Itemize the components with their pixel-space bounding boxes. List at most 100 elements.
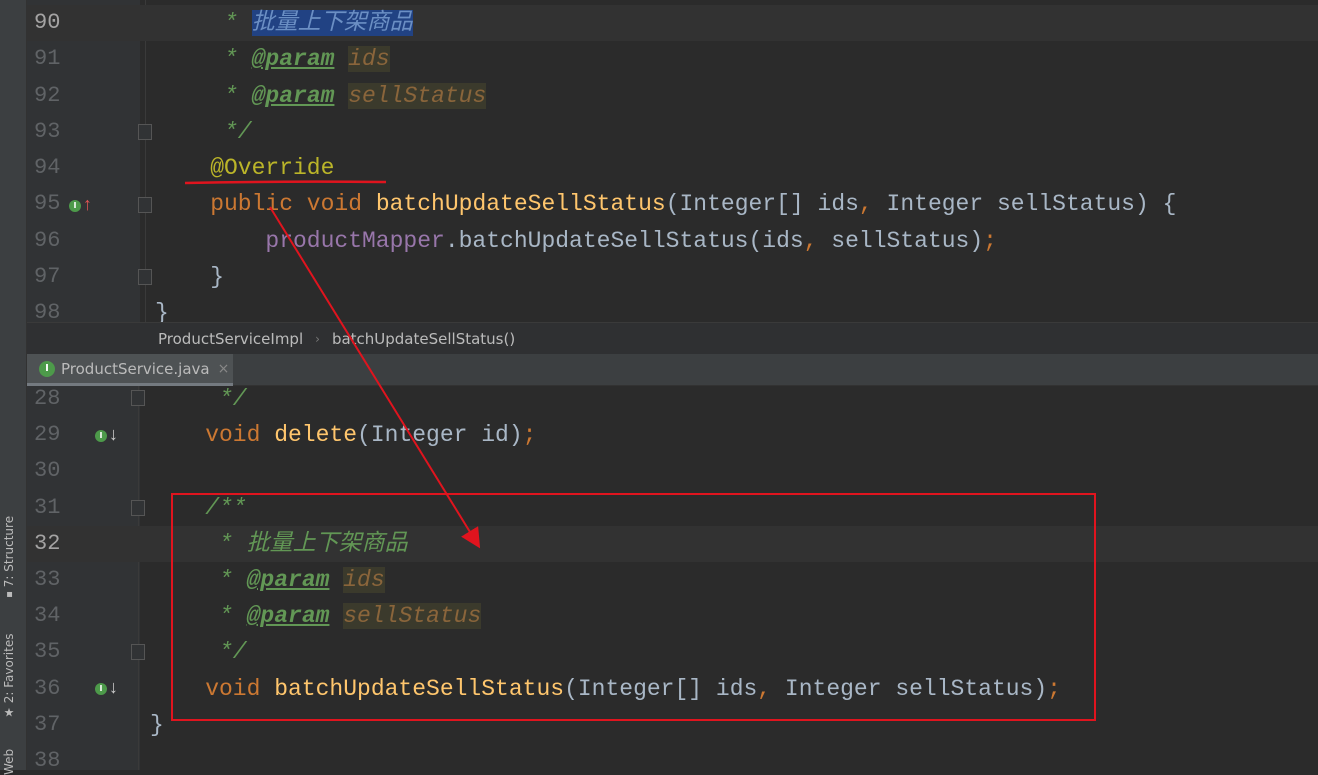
code-line[interactable]: 34 * @param sellStatus xyxy=(27,598,1318,634)
line-number: 92 xyxy=(34,82,61,108)
editor-tab-bar: I ProductService.java × xyxy=(27,354,1318,386)
token-pref: ids xyxy=(348,46,390,73)
interface-icon: I xyxy=(69,200,81,212)
token-doc xyxy=(329,567,343,593)
breadcrumb-method[interactable]: batchUpdateSellStatus() xyxy=(332,330,515,348)
fold-end-icon[interactable] xyxy=(138,124,152,140)
close-icon[interactable]: × xyxy=(218,361,230,377)
token-plain: } xyxy=(155,300,169,322)
code-line[interactable]: 36 void batchUpdateSellStatus(Integer[] i… xyxy=(27,671,1318,707)
code-text: } xyxy=(150,707,164,743)
structure-icon: ▪ xyxy=(5,589,13,601)
token-kw: public void xyxy=(210,191,376,218)
code-line[interactable]: 29 void delete(Integer id); xyxy=(27,417,1318,453)
code-line[interactable]: 98} xyxy=(27,295,1318,322)
token-tag: @param xyxy=(251,82,335,109)
token-fn: batchUpdateSellStatus xyxy=(375,191,666,218)
code-line[interactable]: 92 * @param sellStatus xyxy=(27,78,1318,114)
structure-tool-button[interactable]: ▪ 7: Structure xyxy=(2,516,16,601)
favorites-tool-button[interactable]: ★ 2: Favorites xyxy=(2,634,16,720)
token-pref: ids xyxy=(343,567,385,593)
token-doc: * xyxy=(224,82,252,109)
implements-method-marker[interactable]: I ↑ xyxy=(69,196,93,216)
line-number: 31 xyxy=(34,494,61,520)
star-icon: ★ xyxy=(3,705,15,720)
token-kw: void xyxy=(205,422,275,449)
implemented-marker[interactable]: I ↓ xyxy=(95,679,119,699)
code-line[interactable]: 97} xyxy=(27,259,1318,295)
code-text: * @param sellStatus xyxy=(219,598,482,634)
code-line[interactable]: 37} xyxy=(27,707,1318,743)
code-text: */ xyxy=(219,386,247,417)
fold-start-icon[interactable] xyxy=(138,197,152,213)
token-plain: (Integer[] ids xyxy=(665,191,859,218)
breadcrumb-class[interactable]: ProductServiceImpl xyxy=(158,330,303,348)
token-doc: */ xyxy=(219,386,247,412)
code-text: } xyxy=(210,259,224,295)
code-line[interactable]: 31 /** xyxy=(27,490,1318,526)
code-text: /** xyxy=(205,490,246,526)
fold-end-icon[interactable] xyxy=(131,390,145,406)
token-doc: * 批量上下架商品 xyxy=(219,530,408,557)
fold-start-icon[interactable] xyxy=(131,500,145,516)
fold-end-icon[interactable] xyxy=(138,269,152,285)
line-number: 94 xyxy=(34,155,61,180)
fold-end-icon[interactable] xyxy=(131,644,145,660)
line-number: 38 xyxy=(34,748,61,770)
code-text: productMapper.batchUpdateSellStatus(ids,… xyxy=(265,223,997,259)
code-line[interactable]: 28 */ xyxy=(27,386,1318,417)
tab-label: ProductService.java xyxy=(61,359,210,378)
token-tag: @param xyxy=(251,46,335,73)
token-kw: ; xyxy=(983,227,997,254)
token-fn: delete xyxy=(274,422,358,449)
code-text: */ xyxy=(219,634,247,670)
code-text: void batchUpdateSellStatus(Integer[] ids… xyxy=(205,671,1061,707)
code-line[interactable]: 94 @Override xyxy=(27,150,1318,186)
line-number: 98 xyxy=(34,300,61,322)
token-plain: } xyxy=(210,263,224,290)
editor-pane-bottom[interactable]: 28 */ 29 void delete(Integer id); 30 31 /** 32 *… xyxy=(27,386,1318,770)
line-number: 30 xyxy=(34,458,61,484)
line-number: 93 xyxy=(34,118,61,144)
code-text: public void batchUpdateSellStatus(Intege… xyxy=(210,186,1176,222)
breadcrumb: ProductServiceImpl › batchUpdateSellStat… xyxy=(27,322,1318,354)
interface-file-icon: I xyxy=(39,360,55,377)
token-plain: Integer sellStatus) { xyxy=(886,191,1177,218)
tab-product-service[interactable]: I ProductService.java × xyxy=(27,354,233,386)
code-line[interactable]: 35 */ xyxy=(27,634,1318,670)
code-line[interactable]: 91 * @param ids xyxy=(27,41,1318,77)
token-doc: * xyxy=(219,603,247,630)
code-line[interactable]: 38 xyxy=(27,743,1318,770)
token-doc: * xyxy=(224,10,252,36)
token-pref: sellStatus xyxy=(348,82,487,109)
token-kw: , xyxy=(803,227,832,254)
token-kw: void xyxy=(205,675,275,702)
token-kw: , xyxy=(757,675,785,702)
token-doc: */ xyxy=(224,118,252,145)
line-number: 37 xyxy=(34,711,61,737)
line-number: 90 xyxy=(34,10,61,35)
token-fn: batchUpdateSellStatus xyxy=(274,675,565,702)
code-line[interactable]: 96 productMapper.batchUpdateSellStatus(id… xyxy=(27,223,1318,259)
code-text: * @param ids xyxy=(219,562,385,598)
implemented-marker[interactable]: I ↓ xyxy=(95,426,119,446)
line-number: 32 xyxy=(34,530,61,556)
token-kw: , xyxy=(858,191,887,218)
code-text: * 批量上下架商品 xyxy=(224,5,413,41)
token-field: productMapper xyxy=(265,227,445,254)
line-number: 91 xyxy=(34,46,61,72)
token-plain: Integer sellStatus) xyxy=(784,675,1048,702)
code-line[interactable]: 90 * 批量上下架商品 xyxy=(27,5,1318,41)
token-plain: } xyxy=(150,711,164,738)
arrow-up-icon: ↑ xyxy=(82,196,93,216)
editor-pane-top[interactable]: 90 * 批量上下架商品 91 * @param ids 92 * @param sell… xyxy=(27,0,1318,322)
token-ann: @Override xyxy=(210,155,335,181)
code-text: */ xyxy=(224,114,252,150)
code-line[interactable]: 33 * @param ids xyxy=(27,562,1318,598)
code-line[interactable]: 32 * 批量上下架商品 xyxy=(27,525,1318,562)
code-line[interactable]: 30 xyxy=(27,453,1318,489)
web-tool-button[interactable]: Web xyxy=(2,749,16,775)
token-tag: @param xyxy=(246,603,330,630)
code-line[interactable]: 93 */ xyxy=(27,114,1318,150)
code-line[interactable]: 95 public void batchUpdateSellStatus(Inte… xyxy=(27,186,1318,222)
